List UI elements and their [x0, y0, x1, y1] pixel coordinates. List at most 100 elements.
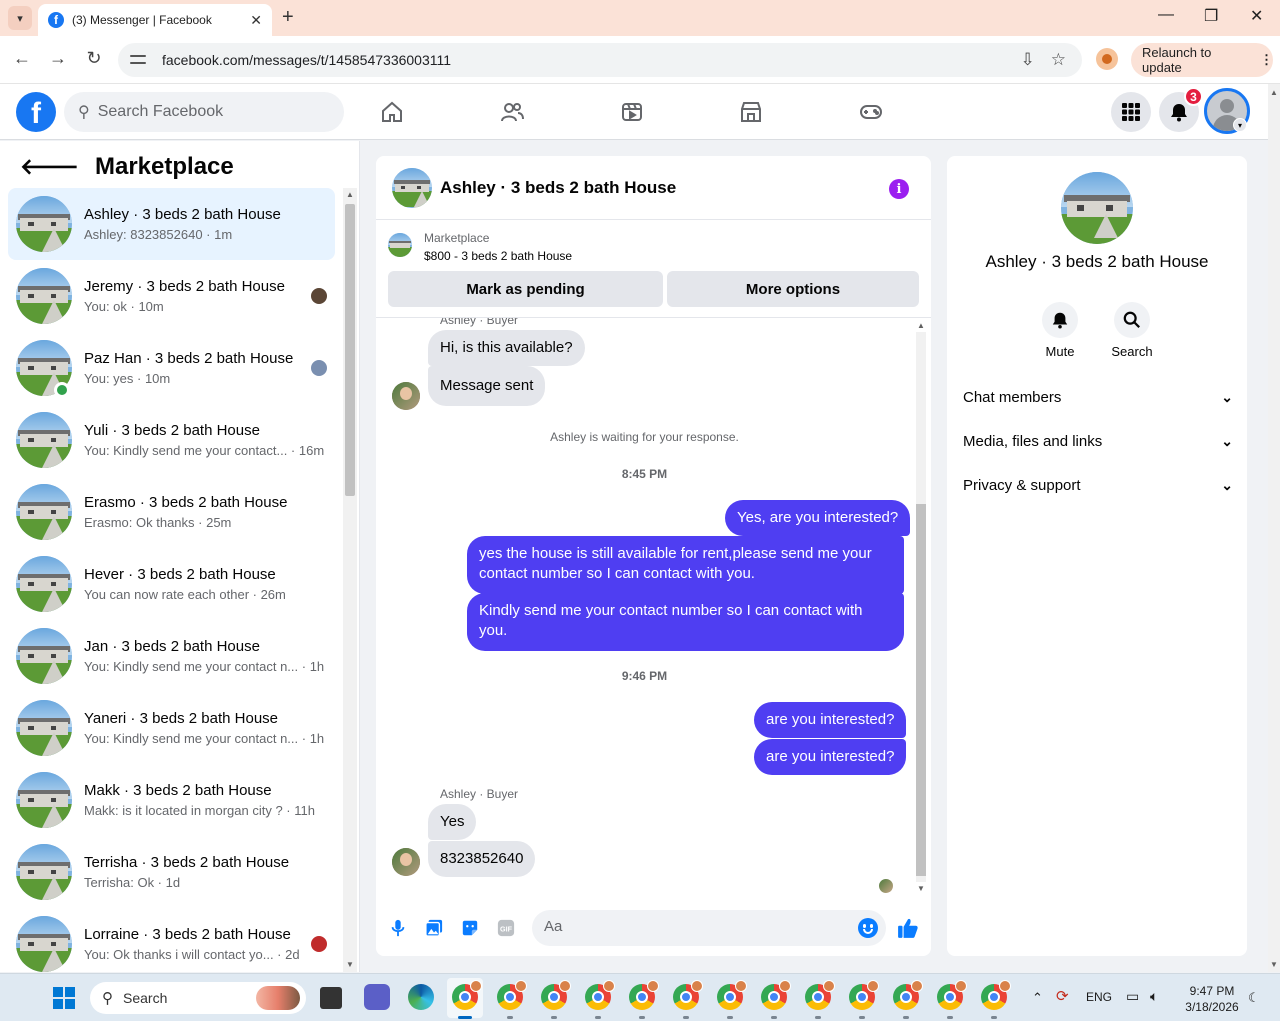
mute-button[interactable]: Mute — [1030, 302, 1090, 359]
conversation-item[interactable]: Hever · 3 beds 2 bath House You can now r… — [8, 548, 335, 620]
conversation-item[interactable]: Paz Han · 3 beds 2 bath House You: yes · … — [8, 332, 335, 404]
tray-chevron-up-icon[interactable]: ⌃ — [1032, 990, 1043, 1006]
tab-close-icon[interactable]: ✕ — [250, 12, 262, 29]
conversation-item[interactable]: Jan · 3 beds 2 bath House You: Kindly sen… — [8, 620, 335, 692]
windows-start-icon[interactable] — [53, 987, 75, 1009]
window-close-icon[interactable]: ✕ — [1250, 6, 1263, 26]
gif-icon[interactable]: GIF — [494, 916, 518, 940]
browser-tab[interactable]: f (3) Messenger | Facebook ✕ — [38, 4, 272, 36]
chrome-taskbar-icon[interactable] — [937, 980, 967, 1010]
nav-gaming-icon[interactable] — [851, 96, 891, 128]
conversation-item[interactable]: Yaneri · 3 beds 2 bath House You: Kindly … — [8, 692, 335, 764]
sync-icon[interactable]: ⟳ — [1056, 987, 1069, 1005]
browser-menu-icon[interactable]: ⋮ — [1260, 52, 1273, 68]
chrome-taskbar-icon[interactable] — [981, 980, 1011, 1010]
new-tab-plus-icon[interactable]: + — [282, 6, 294, 28]
network-icon[interactable]: ▭ — [1126, 988, 1139, 1005]
nav-friends-icon[interactable] — [492, 96, 532, 128]
chrome-taskbar-icon[interactable] — [541, 980, 571, 1010]
outgoing-message[interactable]: are you interested? — [754, 739, 907, 775]
nav-marketplace-icon[interactable] — [731, 96, 771, 128]
bookmark-star-icon[interactable]: ☆ — [1051, 50, 1066, 70]
install-app-icon[interactable]: ⇩ — [1021, 50, 1035, 70]
facebook-search-input[interactable] — [97, 103, 318, 121]
conversation-item[interactable]: Terrisha · 3 beds 2 bath House Terrisha: … — [8, 836, 335, 908]
message-input[interactable] — [544, 918, 844, 935]
listing-thumbnail[interactable] — [388, 233, 412, 257]
tab-search-dropdown-icon[interactable]: ▾ — [8, 6, 32, 30]
page-scrollbar[interactable]: ▲ ▼ — [1268, 84, 1280, 972]
search-in-conversation-button[interactable]: Search — [1102, 302, 1162, 359]
chrome-taskbar-icon[interactable] — [893, 980, 923, 1010]
volume-icon[interactable]: 🔈︎ — [1150, 988, 1158, 1005]
chrome-taskbar-icon[interactable] — [497, 980, 527, 1010]
chrome-taskbar-icon[interactable] — [585, 980, 615, 1010]
outgoing-message[interactable]: are you interested? — [754, 702, 907, 738]
conversation-item[interactable]: Erasmo · 3 beds 2 bath House Erasmo: Ok t… — [8, 476, 335, 548]
incoming-message[interactable]: Message sent — [428, 366, 546, 406]
thumbs-up-icon[interactable] — [896, 916, 920, 940]
chrome-taskbar-icon[interactable] — [849, 980, 879, 1010]
address-bar[interactable]: facebook.com/messages/t/1458547336003111… — [118, 43, 1082, 77]
conversation-item[interactable]: Makk · 3 beds 2 bath House Makk: is it lo… — [8, 764, 335, 836]
chat-scrollbar[interactable]: ▲ ▼ — [913, 318, 929, 896]
privacy-support-section[interactable]: Privacy & support ⌄ — [963, 463, 1233, 507]
taskbar-clock[interactable]: 9:47 PM 3/18/2026 — [1180, 983, 1244, 1015]
incoming-message[interactable]: Hi, is this available? — [428, 330, 585, 366]
microphone-icon[interactable] — [386, 916, 410, 940]
listing-title[interactable]: $800 - 3 beds 2 bath House — [424, 249, 572, 263]
browser-profile-icon[interactable] — [1096, 48, 1118, 70]
back-arrow-icon[interactable]: 🡐 — [20, 154, 79, 180]
restore-icon[interactable]: ❐ — [1204, 6, 1218, 26]
details-avatar[interactable] — [1061, 172, 1133, 244]
chat-avatar[interactable] — [392, 167, 432, 208]
facebook-search[interactable]: ⚲ — [64, 92, 344, 132]
sender-avatar[interactable] — [392, 848, 420, 876]
chrome-taskbar-icon[interactable] — [452, 980, 482, 1010]
chrome-taskbar-icon[interactable] — [717, 980, 747, 1010]
chrome-taskbar-icon[interactable] — [629, 980, 659, 1010]
forward-arrow-icon[interactable]: → — [46, 48, 70, 69]
incoming-message[interactable]: Yes — [428, 804, 477, 840]
minimize-icon[interactable]: — — [1158, 6, 1174, 24]
outgoing-message[interactable]: yes the house is still available for ren… — [467, 536, 904, 594]
sender-avatar[interactable] — [392, 382, 420, 410]
more-options-button[interactable]: More options — [667, 271, 919, 307]
language-indicator[interactable]: ENG — [1086, 990, 1112, 1004]
photo-icon[interactable] — [422, 916, 446, 940]
back-arrow-icon[interactable]: ← — [10, 48, 34, 69]
url-text[interactable]: facebook.com/messages/t/1458547336003111 — [162, 52, 1021, 68]
chrome-taskbar-icon[interactable] — [761, 980, 791, 1010]
site-settings-icon[interactable] — [130, 53, 148, 67]
outgoing-message[interactable]: Kindly send me your contact number so I … — [467, 593, 904, 651]
chrome-taskbar-icon[interactable] — [673, 980, 703, 1010]
task-view-icon[interactable] — [320, 987, 342, 1009]
mark-as-pending-button[interactable]: Mark as pending — [388, 271, 663, 307]
incoming-message[interactable]: 8323852640 — [428, 841, 536, 877]
reload-icon[interactable]: ↻ — [82, 48, 106, 69]
message-input-box[interactable] — [532, 910, 886, 946]
nav-video-icon[interactable] — [612, 96, 652, 128]
conversation-item[interactable]: Ashley · 3 beds 2 bath House Ashley: 8323… — [8, 188, 335, 260]
outgoing-message[interactable]: Yes, are you interested? — [725, 500, 911, 536]
chat-members-section[interactable]: Chat members ⌄ — [963, 375, 1233, 419]
chrome-taskbar-icon[interactable] — [805, 980, 835, 1010]
notifications-icon[interactable]: ☾ — [1248, 990, 1260, 1006]
account-chevron-down-icon[interactable]: ▾ — [1233, 118, 1247, 132]
conversation-item[interactable]: Lorraine · 3 beds 2 bath House You: Ok th… — [8, 908, 335, 972]
conversation-item[interactable]: Yuli · 3 beds 2 bath House You: Kindly se… — [8, 404, 335, 476]
taskbar-search[interactable]: ⚲ Search — [90, 982, 306, 1014]
facebook-logo-icon[interactable]: f — [16, 92, 56, 132]
nav-home-icon[interactable] — [372, 96, 412, 128]
relaunch-button[interactable]: Relaunch to update ⋮ — [1131, 43, 1273, 77]
menu-grid-icon[interactable] — [1111, 92, 1151, 132]
list-scrollbar[interactable]: ▲ ▼ — [343, 188, 357, 972]
edge-icon[interactable] — [408, 984, 434, 1010]
emoji-icon[interactable] — [858, 918, 878, 938]
conversation-item[interactable]: Jeremy · 3 beds 2 bath House You: ok · 10… — [8, 260, 335, 332]
chat-title[interactable]: Ashley · 3 beds 2 bath House — [440, 178, 676, 198]
info-icon[interactable]: i — [889, 179, 909, 199]
sticker-icon[interactable] — [458, 916, 482, 940]
media-files-links-section[interactable]: Media, files and links ⌄ — [963, 419, 1233, 463]
teams-icon[interactable] — [364, 984, 390, 1010]
